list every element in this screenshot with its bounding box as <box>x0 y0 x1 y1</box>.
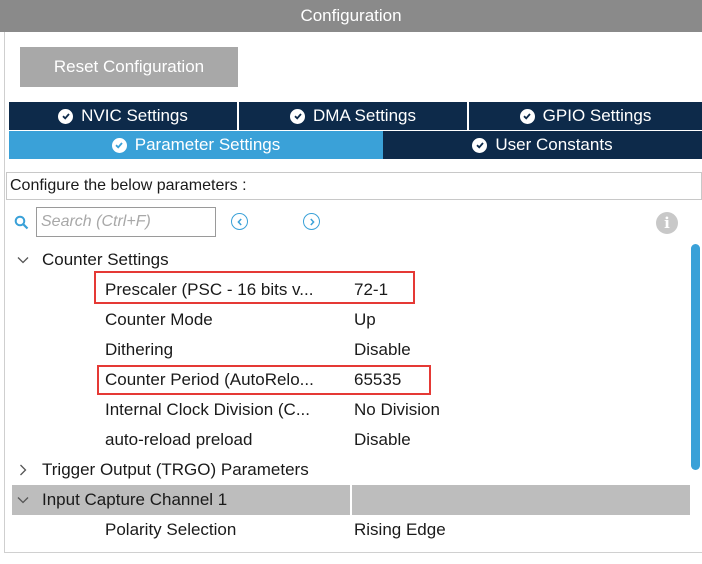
param-row[interactable]: Internal Clock Division (C... No Divisio… <box>12 395 690 425</box>
check-circle-icon <box>290 108 305 124</box>
param-value[interactable]: Disable <box>354 430 411 450</box>
param-label: Internal Clock Division (C... <box>105 400 311 419</box>
chevron-right-icon <box>20 464 27 476</box>
param-label: auto-reload preload <box>105 430 253 449</box>
chevron-left-icon <box>236 217 242 226</box>
param-row[interactable]: Polarity Selection Rising Edge <box>12 515 690 545</box>
vertical-scrollbar[interactable] <box>691 244 700 470</box>
check-circle-icon <box>58 108 74 124</box>
info-icon[interactable]: i <box>656 212 678 234</box>
panel-bottom-border <box>4 552 702 553</box>
check-circle-icon <box>519 108 535 124</box>
tab-label: GPIO Settings <box>542 106 652 125</box>
chevron-down-icon <box>17 257 29 264</box>
tab-gpio-settings[interactable]: GPIO Settings <box>469 102 702 130</box>
window-title: Configuration <box>0 0 702 32</box>
tab-row-top: NVIC Settings DMA Settings GPIO Settings <box>9 102 702 130</box>
tab-label: Parameter Settings <box>134 135 281 154</box>
tab-label: User Constants <box>495 135 613 154</box>
description-label: Configure the below parameters : <box>6 172 702 200</box>
check-circle-icon <box>472 137 488 153</box>
tab-label: NVIC Settings <box>81 106 188 125</box>
search-row: i <box>14 206 700 238</box>
search-icon <box>14 215 29 235</box>
chevron-right-icon <box>309 217 315 226</box>
tab-row-bottom: Parameter Settings User Constants <box>9 131 702 159</box>
tab-label: DMA Settings <box>313 106 416 125</box>
param-value[interactable]: No Division <box>354 400 440 420</box>
group-label: Counter Settings <box>42 250 169 269</box>
tab-parameter-settings[interactable]: Parameter Settings <box>9 131 383 159</box>
param-value[interactable]: Up <box>354 310 376 330</box>
group-label: Input Capture Channel 1 <box>42 490 228 509</box>
tab-user-constants[interactable]: User Constants <box>383 131 702 159</box>
reset-configuration-button[interactable]: Reset Configuration <box>20 47 238 87</box>
tab-nvic-settings[interactable]: NVIC Settings <box>9 102 239 130</box>
param-label: Dithering <box>105 340 174 359</box>
search-next-button[interactable] <box>303 213 320 230</box>
param-label: Polarity Selection <box>105 520 237 539</box>
group-trgo-parameters[interactable]: Trigger Output (TRGO) Parameters <box>12 455 690 485</box>
search-input[interactable] <box>36 207 216 237</box>
group-input-capture-channel-1[interactable]: Input Capture Channel 1 <box>12 485 690 515</box>
highlight-box-counter-period <box>97 365 431 395</box>
param-row[interactable]: auto-reload preload Disable <box>12 425 690 455</box>
column-divider <box>350 485 352 515</box>
param-row[interactable]: Dithering Disable <box>12 335 690 365</box>
tab-dma-settings[interactable]: DMA Settings <box>239 102 469 130</box>
param-value[interactable]: Rising Edge <box>354 520 446 540</box>
highlight-box-prescaler <box>94 271 415 304</box>
search-previous-button[interactable] <box>231 213 248 230</box>
param-value[interactable]: Disable <box>354 340 411 360</box>
param-row[interactable]: Counter Mode Up <box>12 305 690 335</box>
chevron-down-icon <box>17 497 29 504</box>
check-circle-icon <box>111 137 127 153</box>
param-label: Counter Mode <box>105 310 213 329</box>
group-label: Trigger Output (TRGO) Parameters <box>42 460 309 479</box>
